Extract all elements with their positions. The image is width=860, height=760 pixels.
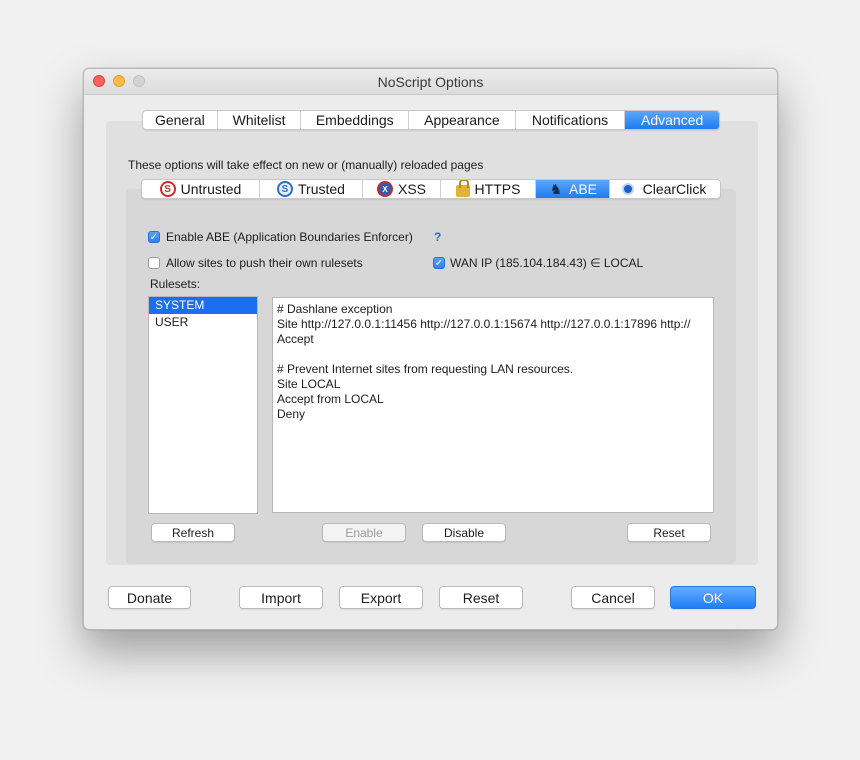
wan-ip-checkbox[interactable]: ✓ xyxy=(433,257,445,269)
editor-line: # Prevent Internet sites from requesting… xyxy=(277,362,574,376)
subtab-clearclick[interactable]: ClearClick xyxy=(610,180,720,198)
reset-button[interactable]: Reset xyxy=(439,586,523,609)
tab-embeddings[interactable]: Embeddings xyxy=(301,111,410,129)
abe-icon: ♞ xyxy=(549,180,563,197)
cancel-button[interactable]: Cancel xyxy=(571,586,655,609)
enable-abe-label: Enable ABE (Application Boundaries Enfor… xyxy=(166,230,413,244)
enable-ruleset-button[interactable]: Enable xyxy=(322,523,406,542)
advanced-sub-tab-bar: S Untrusted S Trusted X XSS HTTPS ♞ ABE … xyxy=(141,179,721,199)
editor-line: Site http://127.0.0.1:11456 http://127.0… xyxy=(277,317,691,331)
import-button[interactable]: Import xyxy=(239,586,323,609)
lock-icon xyxy=(455,180,470,197)
tab-general[interactable]: General xyxy=(143,111,218,129)
subtab-https-label: HTTPS xyxy=(474,181,521,197)
wan-ip-label: WAN IP (185.104.184.43) ∈ LOCAL xyxy=(450,256,644,270)
ruleset-editor[interactable]: # Dashlane exception Site http://127.0.0… xyxy=(272,297,714,513)
editor-line: # Dashlane exception xyxy=(277,302,393,316)
main-tab-bar: General Whitelist Embeddings Appearance … xyxy=(142,110,720,130)
ok-button[interactable]: OK xyxy=(670,586,756,609)
noscript-options-window: NoScript Options General Whitelist Embed… xyxy=(83,68,778,630)
xss-icon: X xyxy=(376,181,393,197)
subtab-trusted-label: Trusted xyxy=(298,181,345,197)
subtab-trusted[interactable]: S Trusted xyxy=(260,180,363,198)
tab-appearance[interactable]: Appearance xyxy=(409,111,516,129)
allow-push-rulesets-label: Allow sites to push their own rulesets xyxy=(166,256,363,270)
subtab-abe-label: ABE xyxy=(568,181,597,197)
ruleset-system[interactable]: SYSTEM xyxy=(149,297,257,314)
disable-ruleset-button[interactable]: Disable xyxy=(422,523,506,542)
subtab-https[interactable]: HTTPS xyxy=(441,180,536,198)
clearclick-icon xyxy=(623,185,632,193)
editor-line: Accept xyxy=(277,332,314,346)
tab-advanced[interactable]: Advanced xyxy=(625,111,719,129)
allow-push-rulesets-checkbox[interactable] xyxy=(148,257,160,269)
trusted-icon: S xyxy=(277,181,294,197)
abe-help-link[interactable]: ? xyxy=(434,230,441,244)
editor-line: Site LOCAL xyxy=(277,377,341,391)
rulesets-list[interactable]: SYSTEM USER xyxy=(148,296,258,514)
export-button[interactable]: Export xyxy=(339,586,423,609)
reset-ruleset-button[interactable]: Reset xyxy=(627,523,711,542)
subtab-untrusted-label: Untrusted xyxy=(180,181,242,197)
donate-button[interactable]: Donate xyxy=(108,586,191,609)
subtab-untrusted[interactable]: S Untrusted xyxy=(142,180,260,198)
subtab-xss[interactable]: X XSS xyxy=(363,180,441,198)
untrusted-icon: S xyxy=(159,181,176,197)
rulesets-label: Rulesets: xyxy=(150,277,201,291)
reload-notice: These options will take effect on new or… xyxy=(128,158,484,172)
ruleset-user[interactable]: USER xyxy=(149,314,257,331)
subtab-abe[interactable]: ♞ ABE xyxy=(536,180,610,198)
window-title: NoScript Options xyxy=(377,74,484,90)
editor-line: Accept from LOCAL xyxy=(277,392,384,406)
editor-line: Deny xyxy=(277,407,306,421)
tab-notifications[interactable]: Notifications xyxy=(516,111,626,129)
subtab-xss-label: XSS xyxy=(397,181,426,197)
refresh-button[interactable]: Refresh xyxy=(151,523,235,542)
subtab-clearclick-label: ClearClick xyxy=(642,181,707,197)
title-bar[interactable]: NoScript Options xyxy=(84,69,777,95)
enable-abe-checkbox[interactable]: ✓ xyxy=(148,231,160,243)
tab-whitelist[interactable]: Whitelist xyxy=(218,111,302,129)
